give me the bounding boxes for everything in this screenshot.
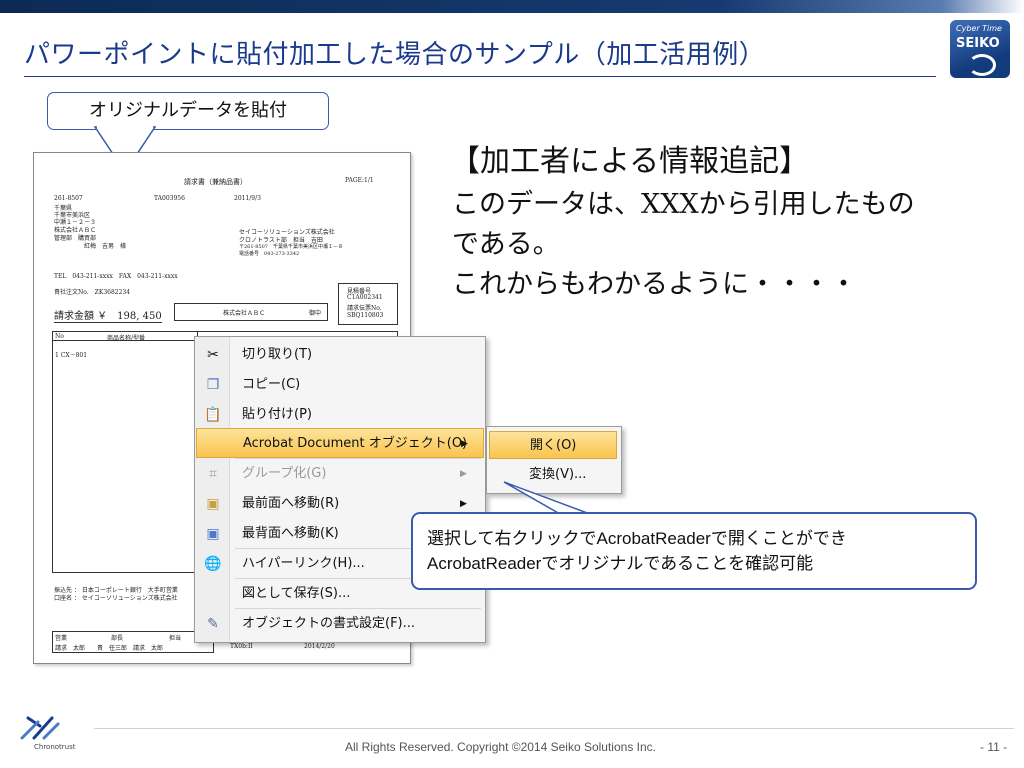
- doc-page: PAGE:1/1: [345, 177, 374, 184]
- hyperlink-icon: 🌐: [204, 556, 222, 572]
- format-icon: ✎: [207, 616, 219, 632]
- group-icon: ⌗: [209, 466, 217, 482]
- doc-stamp-h1: 営業: [55, 635, 68, 642]
- doc-number: TA003956: [154, 195, 185, 202]
- title-underline: [24, 76, 936, 77]
- doc-oncho: 御中: [309, 310, 322, 317]
- doc-person: 紅梅 吉男 様: [84, 243, 127, 250]
- chronotrust-logo: Chronotrust: [18, 712, 98, 756]
- logo-tagline: Cyber Time: [956, 24, 1002, 33]
- doc-col-item: 商品名称/型番: [107, 335, 146, 342]
- doc-stamp-h3: 担当: [169, 635, 182, 642]
- doc-company-name: 株式会社ＡＢＣ: [223, 310, 266, 317]
- doc-stamp-h2: 部長: [111, 635, 124, 642]
- menu-item-paste[interactable]: 📋 貼り付け(P): [196, 400, 484, 430]
- menu-item-format-object[interactable]: ✎ オブジェクトの書式設定(F)...: [196, 609, 484, 639]
- menu-item-copy[interactable]: ❐ コピー(C): [196, 370, 484, 400]
- callout-bottom-line-2: AcrobatReaderでオリジナルであることを確認可能: [427, 554, 814, 573]
- doc-stamp-values: 請求 太郎 貴 任三郎 請求 太郎: [55, 645, 164, 652]
- doc-order: 貴社注文No. ZK3682234: [54, 289, 131, 296]
- logo-swoosh-icon: [968, 54, 996, 76]
- doc-invoice-label: 請求伝票No.: [347, 305, 382, 312]
- chronotrust-mark-icon: [20, 716, 60, 740]
- submenu-item-open[interactable]: 開く(O): [489, 431, 617, 459]
- context-menu: ✂ 切り取り(T) ❐ コピー(C) 📋 貼り付け(P) Acrobat Doc…: [194, 336, 486, 643]
- callout-paste-original: オリジナルデータを貼付: [47, 92, 329, 130]
- doc-postal: 261-8507: [54, 195, 83, 202]
- submenu-arrow-icon: ▶: [461, 439, 468, 449]
- doc-issuer4: 電話番号 043-273-3342: [239, 251, 300, 257]
- doc-date: 2011/9/3: [234, 195, 261, 202]
- info-line-2: である。: [452, 229, 560, 260]
- footer-rule: [94, 728, 1014, 729]
- doc-ref-box: 見積番号 C1A002341 請求伝票No. SBQ110803: [338, 283, 398, 325]
- doc-estimate-no: C1A002341: [347, 294, 383, 301]
- doc-row1: 1 CX－801: [55, 352, 88, 359]
- menu-item-cut[interactable]: ✂ 切り取り(T): [196, 340, 484, 370]
- doc-amount: 請求金額 ￥ 198, 450: [54, 307, 162, 323]
- doc-company-box: 株式会社ＡＢＣ 御中: [174, 303, 328, 321]
- doc-col-no: No: [55, 333, 64, 340]
- info-heading: 【加工者による情報追記】: [450, 144, 810, 179]
- doc-bottom-date: 2014/2/20: [304, 643, 335, 650]
- info-line-1: このデータは、XXXから引用したもの: [452, 189, 915, 220]
- logo-wordmark: SEIKO: [956, 36, 1000, 51]
- doc-title: 請求書（兼納品書）: [184, 178, 247, 186]
- menu-item-group[interactable]: ⌗ グループ化(G) ▶: [196, 459, 484, 489]
- seiko-logo: Cyber Time SEIKO: [950, 20, 1010, 78]
- footer-page-number: - 11 -: [980, 740, 1008, 754]
- bring-front-icon: ▣: [206, 496, 220, 512]
- submenu-arrow-icon: ▶: [460, 469, 467, 479]
- paste-icon: 📋: [204, 407, 222, 423]
- info-line-3: これからもわかるように・・・・: [452, 269, 857, 300]
- brand-name: Chronotrust: [34, 743, 76, 751]
- callout-acrobat-instructions: 選択して右クリックでAcrobatReaderで開くことができ AcrobatR…: [411, 512, 977, 590]
- doc-bottom-left: TX0b:II: [230, 643, 253, 650]
- copy-icon: ❐: [206, 377, 220, 393]
- doc-bank2: 口座名 ： セイコーソリューションズ株式会社: [54, 595, 178, 602]
- slide-title: パワーポイントに貼付加工した場合のサンプル（加工活用例）: [24, 40, 766, 70]
- send-back-icon: ▣: [206, 526, 220, 542]
- scissors-icon: ✂: [207, 347, 219, 363]
- doc-stamp-box: 営業 部長 担当 請求 太郎 貴 任三郎 請求 太郎: [52, 631, 214, 653]
- doc-invoice-no: SBQ110803: [347, 312, 384, 319]
- doc-issuer3: 〒261-8507 千葉県千葉市美浜区中瀬１－８: [239, 244, 343, 250]
- callout-bottom-line-1: 選択して右クリックでAcrobatReaderで開くことができ: [427, 529, 847, 548]
- doc-tel: TEL 043-211-xxxx FAX 043-211-xxxx: [54, 273, 178, 280]
- top-banner: [0, 0, 1024, 13]
- footer-copyright: All Rights Reserved. Copyright ©2014 Sei…: [345, 740, 656, 754]
- menu-item-acrobat-object[interactable]: Acrobat Document オブジェクト(O) ▶: [196, 428, 484, 458]
